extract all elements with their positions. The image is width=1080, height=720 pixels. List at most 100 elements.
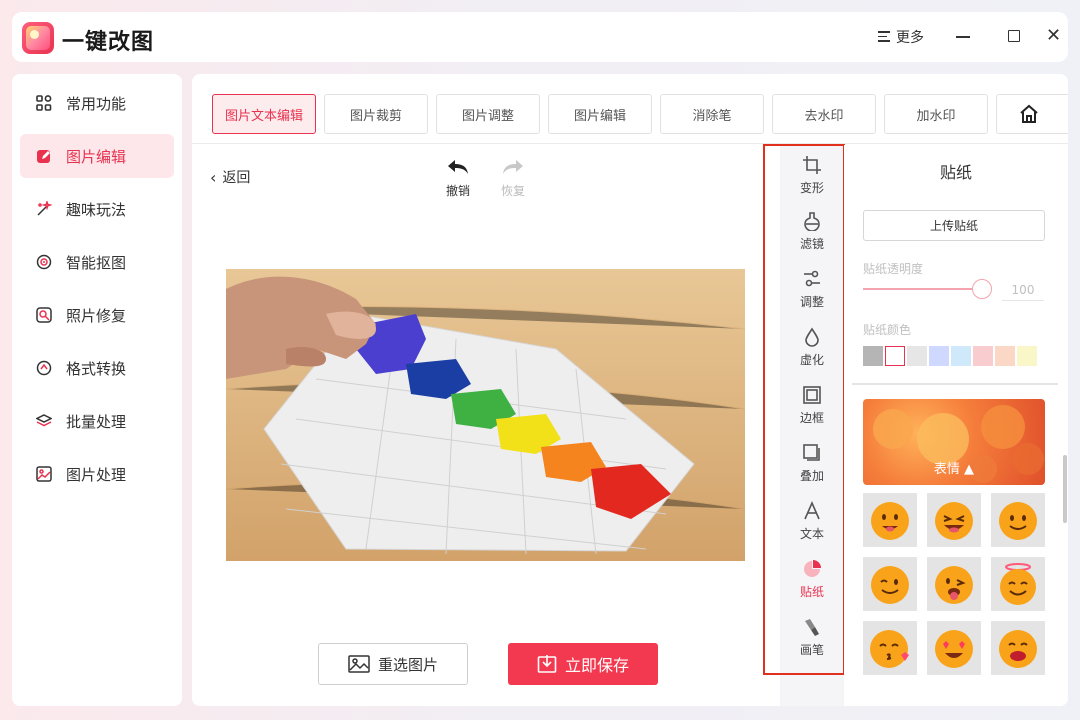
tab-add-watermark[interactable]: 加水印: [884, 94, 988, 134]
filter-icon: [804, 212, 820, 231]
color-swatch[interactable]: [995, 346, 1015, 366]
back-button[interactable]: ‹ 返回: [210, 167, 250, 187]
tab-crop[interactable]: 图片裁剪: [324, 94, 428, 134]
sidebar-item-label: 照片修复: [66, 306, 127, 325]
sticker-item[interactable]: [927, 493, 981, 547]
tool-label: 文本: [799, 527, 824, 541]
color-swatch[interactable]: [929, 346, 949, 366]
tool-label: 边框: [799, 411, 824, 425]
maximize-button[interactable]: [1008, 30, 1020, 42]
edited-image[interactable]: [226, 269, 745, 561]
tongue-out-emoji-icon: [935, 566, 973, 604]
tool-brush[interactable]: 画笔: [780, 617, 844, 658]
sidebar-item-common[interactable]: 常用功能: [20, 81, 174, 125]
save-now-button[interactable]: 立即保存: [508, 643, 658, 685]
tab-image-text-edit[interactable]: 图片文本编辑: [212, 94, 316, 134]
image-icon: [36, 466, 52, 482]
scrollbar[interactable]: [1063, 455, 1067, 523]
sticker-item[interactable]: [991, 621, 1045, 675]
smile-tongue-emoji-icon: [871, 502, 909, 540]
sidebar-item-convert[interactable]: 格式转换: [20, 346, 174, 390]
tool-blur[interactable]: 虚化: [780, 327, 844, 368]
tool-sticker[interactable]: 贴纸: [780, 559, 844, 600]
tool-overlay[interactable]: 叠加: [780, 443, 844, 484]
more-label: 更多: [896, 30, 924, 46]
color-swatch[interactable]: [907, 346, 927, 366]
sticker-panel: 贴纸 上传贴纸 贴纸透明度 100 贴纸颜色 表情 ▲: [844, 145, 1068, 706]
sticker-item[interactable]: [927, 557, 981, 611]
sticker-icon: [804, 560, 821, 577]
sticker-item[interactable]: [863, 557, 917, 611]
tool-label: 调整: [799, 295, 824, 309]
title-bar: 一键改图 更多 ✕: [12, 12, 1068, 62]
sticker-item[interactable]: [991, 557, 1045, 611]
kiss-emoji-icon: [870, 630, 909, 668]
tool-filter[interactable]: 滤镜: [780, 211, 844, 252]
color-swatch[interactable]: [885, 346, 905, 366]
sticker-grid: [863, 493, 1045, 675]
sidebar-item-cutout[interactable]: 智能抠图: [20, 240, 174, 284]
app-logo: [22, 22, 54, 54]
tool-label: 虚化: [799, 353, 824, 367]
tab-image-edit[interactable]: 图片编辑: [548, 94, 652, 134]
sidebar-item-label: 格式转换: [66, 359, 127, 378]
layers-icon: [36, 413, 52, 429]
sidebar-item-image-edit[interactable]: 图片编辑: [20, 134, 174, 178]
opacity-value-input[interactable]: 100: [1002, 279, 1044, 301]
opacity-slider-handle[interactable]: [972, 279, 992, 299]
sidebar-item-image-process[interactable]: 图片处理: [20, 452, 174, 496]
sticker-item[interactable]: [927, 621, 981, 675]
color-swatch[interactable]: [1017, 346, 1037, 366]
color-swatch[interactable]: [973, 346, 993, 366]
close-button[interactable]: ✕: [1046, 27, 1061, 45]
tab-remove-watermark[interactable]: 去水印: [772, 94, 876, 134]
grin-emoji-icon: [935, 502, 973, 540]
laugh-emoji-icon: [999, 630, 1037, 668]
grid-icon: [36, 95, 52, 111]
sidebar-item-label: 常用功能: [66, 94, 127, 113]
sidebar-item-repair[interactable]: 照片修复: [20, 293, 174, 337]
home-icon: [1020, 104, 1038, 123]
undo-button[interactable]: 撤销: [444, 158, 472, 199]
target-icon: [36, 254, 52, 270]
smile-emoji-icon: [999, 502, 1037, 540]
opacity-slider-track[interactable]: [863, 288, 983, 290]
redo-icon: [503, 160, 523, 174]
menu-icon: [878, 31, 890, 43]
overlay-icon: [803, 444, 820, 461]
sticker-category-banner[interactable]: 表情 ▲: [863, 399, 1045, 485]
redo-button[interactable]: 恢复: [499, 158, 527, 199]
minimize-button[interactable]: [956, 36, 970, 38]
color-swatch[interactable]: [951, 346, 971, 366]
color-swatch[interactable]: [863, 346, 883, 366]
tool-frame[interactable]: 边框: [780, 385, 844, 426]
category-label: 表情 ▲: [933, 462, 975, 477]
sticker-item[interactable]: [991, 493, 1045, 547]
redo-label: 恢复: [500, 184, 525, 198]
opacity-label: 贴纸透明度: [863, 262, 924, 276]
sticker-item[interactable]: [863, 621, 917, 675]
sidebar-item-batch[interactable]: 批量处理: [20, 399, 174, 443]
brush-icon: [805, 619, 819, 636]
sidebar-item-fun[interactable]: 趣味玩法: [20, 187, 174, 231]
color-swatches: [863, 346, 1037, 366]
tab-eraser[interactable]: 消除笔: [660, 94, 764, 134]
tool-text[interactable]: 文本: [780, 501, 844, 542]
home-button[interactable]: [996, 94, 1068, 134]
wink-emoji-icon: [871, 566, 909, 604]
upload-sticker-button[interactable]: 上传贴纸: [863, 210, 1045, 241]
tool-label: 画笔: [799, 643, 824, 657]
tool-adjust[interactable]: 调整: [780, 269, 844, 310]
tool-transform[interactable]: 变形: [780, 155, 844, 196]
angel-emoji-icon: [1000, 563, 1036, 605]
more-button[interactable]: 更多: [878, 27, 924, 47]
app-title: 一键改图: [62, 30, 155, 55]
reselect-label: 重选图片: [377, 655, 438, 674]
crop-icon: [803, 156, 821, 174]
tab-adjust[interactable]: 图片调整: [436, 94, 540, 134]
sticker-item[interactable]: [863, 493, 917, 547]
sidebar-item-label: 图片编辑: [66, 147, 127, 166]
reselect-image-button[interactable]: 重选图片: [318, 643, 468, 685]
text-icon: [804, 501, 820, 520]
sidebar-item-label: 趣味玩法: [66, 200, 127, 219]
